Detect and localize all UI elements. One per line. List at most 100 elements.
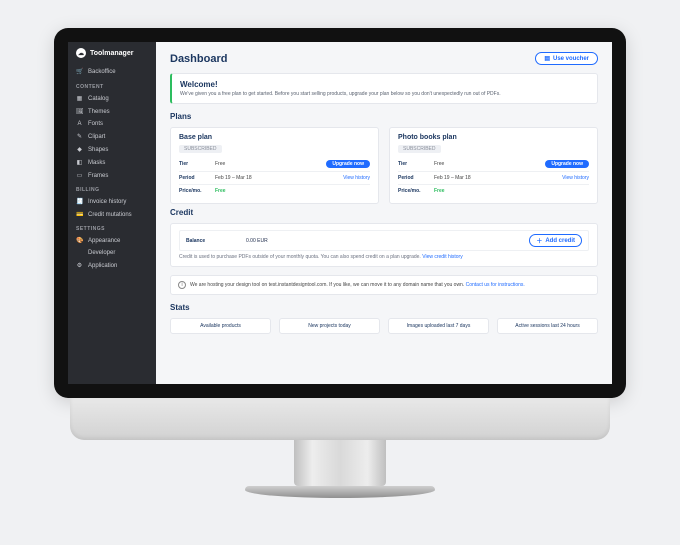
cart-icon: 🛒 [76, 68, 83, 75]
sidebar-item-label: Application [88, 263, 117, 269]
plan-name: Base plan [179, 134, 370, 141]
sidebar-item-masks[interactable]: ◧ Masks [68, 156, 156, 169]
sidebar-item-label: Appearance [88, 238, 120, 244]
upgrade-button[interactable]: Upgrade now [326, 160, 370, 168]
credit mutations-icon: 💳 [76, 211, 83, 218]
sidebar-item-label: Masks [88, 160, 105, 166]
sidebar-item-catalog[interactable]: ▦Catalog [68, 92, 156, 105]
page-header: Dashboard ▤ Use voucher [170, 52, 598, 65]
tier-label: Tier [398, 161, 434, 167]
add-credit-label: Add credit [545, 238, 575, 244]
screen-bezel: ☁ Toolmanager 🛒 Backoffice CONTENT▦Catal… [54, 28, 626, 398]
price-label: Price/mo. [179, 188, 215, 194]
sidebar-item-label: Shapes [88, 147, 108, 153]
balance-value: 0.00 EUR [246, 238, 529, 244]
appearance-icon: 🎨 [76, 237, 83, 244]
shapes-icon: ◆ [76, 146, 83, 153]
sidebar-item-frames[interactable]: ▭Frames [68, 169, 156, 182]
plans-row: Base planSUBSCRIBEDTierFreeUpgrade nowPe… [170, 127, 598, 204]
stat-card: New projects today [279, 318, 380, 334]
period-label: Period [398, 175, 434, 181]
plan-name: Photo books plan [398, 134, 589, 141]
plans-title: Plans [170, 112, 598, 121]
masks-icon: ◧ [76, 159, 83, 166]
sidebar-item-label: Catalog [88, 96, 109, 102]
price-value: Free [215, 188, 370, 194]
credit-card: Balance 0.00 EUR ＋ Add credit Credit is … [170, 223, 598, 267]
imac-chin [70, 398, 610, 440]
sidebar-item-credit-mutations[interactable]: 💳 Credit mutations [68, 208, 156, 221]
imac-stand-base [245, 486, 435, 498]
brand[interactable]: ☁ Toolmanager [68, 42, 156, 64]
tier-label: Tier [179, 161, 215, 167]
credit-title: Credit [170, 208, 598, 217]
app-screen: ☁ Toolmanager 🛒 Backoffice CONTENT▦Catal… [68, 42, 612, 384]
cloud-icon: ☁ [76, 48, 86, 58]
sidebar-item-label: Clipart [88, 134, 105, 140]
sidebar: ☁ Toolmanager 🛒 Backoffice CONTENT▦Catal… [68, 42, 156, 384]
invoice history-icon: 🧾 [76, 198, 83, 205]
tier-value: Free [434, 161, 545, 167]
sidebar-item-label: Backoffice [88, 69, 116, 75]
plus-icon: ＋ [536, 236, 542, 245]
banner-contact-link[interactable]: Contact us for instructions. [466, 282, 525, 288]
main-content: Dashboard ▤ Use voucher Welcome! We've g… [156, 42, 612, 384]
plan-card: Base planSUBSCRIBEDTierFreeUpgrade nowPe… [170, 127, 379, 204]
sidebar-item-label: Themes [88, 109, 110, 115]
voucher-icon: ▤ [544, 55, 550, 62]
sidebar-item-developer[interactable]: Developer [68, 247, 156, 259]
stats-row: Available products New projects today Imag… [170, 318, 598, 334]
subscribed-badge: SUBSCRIBED [179, 145, 222, 153]
themes-icon: 🖼 [76, 108, 83, 115]
credit-note: Credit is used to purchase PDFs outside … [179, 254, 589, 260]
period-label: Period [179, 175, 215, 181]
sidebar-item-label: Frames [88, 173, 108, 179]
balance-label: Balance [186, 238, 246, 244]
sidebar-item-themes[interactable]: 🖼 Themes [68, 105, 156, 118]
welcome-panel: Welcome! We've given you a free plan to … [170, 73, 598, 104]
use-voucher-label: Use voucher [553, 56, 589, 62]
credit-balance-row: Balance 0.00 EUR ＋ Add credit [179, 230, 589, 251]
sidebar-item-clipart[interactable]: ✎ Clipart [68, 130, 156, 143]
clipart-icon: ✎ [76, 133, 83, 140]
use-voucher-button[interactable]: ▤ Use voucher [535, 52, 598, 65]
sidebar-item-label: Fonts [88, 121, 103, 127]
sidebar-item-invoice-history[interactable]: 🧾 Invoice history [68, 195, 156, 208]
price-value: Free [434, 188, 589, 194]
subscribed-badge: SUBSCRIBED [398, 145, 441, 153]
price-label: Price/mo. [398, 188, 434, 194]
hosting-info-banner: i We are hosting your design tool on tes… [170, 275, 598, 295]
sidebar-item-backoffice[interactable]: 🛒 Backoffice [68, 64, 156, 79]
brand-name: Toolmanager [90, 50, 133, 57]
imac-mockup: ☁ Toolmanager 🛒 Backoffice CONTENT▦Catal… [54, 28, 626, 498]
welcome-title: Welcome! [180, 80, 589, 89]
period-value: Feb 19 – Mar 18 [434, 175, 562, 181]
nav-group-title: SETTINGS [68, 221, 156, 234]
fonts-icon: A [76, 121, 83, 127]
upgrade-button[interactable]: Upgrade now [545, 160, 589, 168]
add-credit-button[interactable]: ＋ Add credit [529, 234, 582, 247]
stat-card: Images uploaded last 7 days [388, 318, 489, 334]
sidebar-item-shapes[interactable]: ◆ Shapes [68, 143, 156, 156]
nav-group-title: CONTENT [68, 79, 156, 92]
credit-history-link[interactable]: View credit history [422, 254, 462, 260]
page-title: Dashboard [170, 53, 227, 65]
nav-group-title: BILLING [68, 182, 156, 195]
info-icon: i [178, 281, 186, 289]
welcome-body: We've given you a free plan to get start… [180, 91, 589, 97]
sidebar-item-appearance[interactable]: 🎨 Appearance [68, 234, 156, 247]
sidebar-item-label: Credit mutations [88, 212, 132, 218]
plan-card: Photo books planSUBSCRIBEDTierFreeUpgrad… [389, 127, 598, 204]
sidebar-item-fonts[interactable]: A Fonts [68, 118, 156, 130]
application-icon: ⚙ [76, 262, 83, 269]
view-history-link[interactable]: View history [343, 175, 370, 181]
stat-card: Active sessions last 24 hours [497, 318, 598, 334]
tier-value: Free [215, 161, 326, 167]
sidebar-item-application[interactable]: ⚙ Application [68, 259, 156, 272]
period-value: Feb 19 – Mar 18 [215, 175, 343, 181]
sidebar-item-label: Invoice history [88, 199, 126, 205]
banner-text: We are hosting your design tool on test.… [190, 282, 466, 288]
sidebar-item-label: Developer [88, 250, 115, 256]
view-history-link[interactable]: View history [562, 175, 589, 181]
stat-card: Available products [170, 318, 271, 334]
